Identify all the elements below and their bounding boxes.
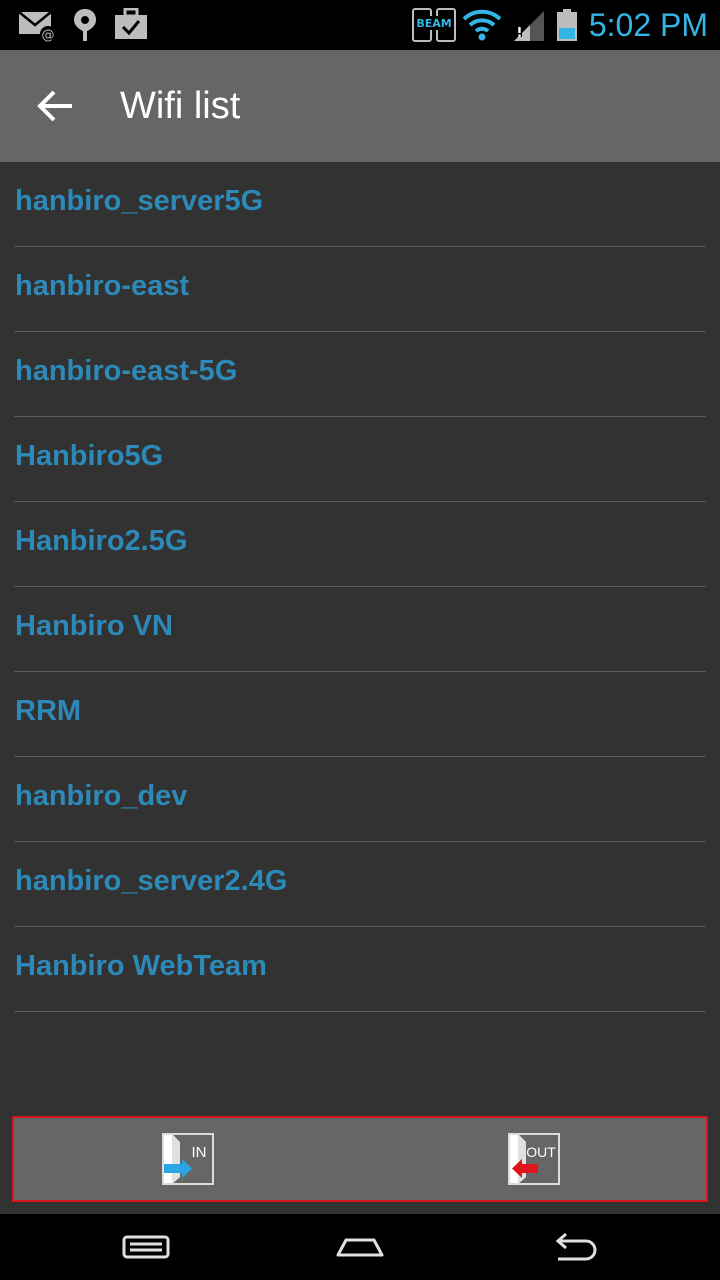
status-bar: @ BEAM 5:02 PM xyxy=(0,0,720,50)
recent-apps-icon xyxy=(122,1235,170,1259)
wifi-list-item[interactable]: Hanbiro VN xyxy=(14,587,706,672)
briefcase-icon xyxy=(114,7,148,45)
wifi-list-item[interactable]: hanbiro_dev xyxy=(14,757,706,842)
svg-text:OUT: OUT xyxy=(526,1144,556,1160)
wifi-list-item[interactable]: hanbiro_server5G xyxy=(14,162,706,247)
wifi-name: Hanbiro2.5G xyxy=(15,524,188,557)
back-arrow-icon xyxy=(37,90,72,122)
wifi-list-item[interactable]: RRM xyxy=(14,672,706,757)
signal-icon xyxy=(512,8,546,47)
wifi-name: hanbiro-east-5G xyxy=(15,354,238,387)
svg-text:IN: IN xyxy=(192,1144,207,1161)
back-nav-icon xyxy=(555,1232,597,1261)
home-button[interactable] xyxy=(330,1227,390,1267)
wifi-name: Hanbiro WebTeam xyxy=(15,949,267,982)
wifi-list-item[interactable]: hanbiro_server2.4G xyxy=(14,842,706,927)
check-out-button[interactable]: OUT xyxy=(508,1133,560,1185)
home-icon xyxy=(336,1238,384,1257)
wifi-list: hanbiro_server5G hanbiro-east hanbiro-ea… xyxy=(14,162,706,1012)
wifi-name: hanbiro_server5G xyxy=(15,184,264,217)
recent-apps-button[interactable] xyxy=(116,1227,176,1267)
page-title: Wifi list xyxy=(120,85,241,127)
wifi-list-item[interactable]: Hanbiro5G xyxy=(14,417,706,502)
battery-icon xyxy=(556,8,578,47)
screen: @ BEAM 5:02 PM Wifi list hanbiro_server5… xyxy=(0,0,720,1280)
beam-icon: BEAM xyxy=(412,8,456,47)
wifi-list-item[interactable]: Hanbiro WebTeam xyxy=(14,927,706,1012)
wifi-name: hanbiro_server2.4G xyxy=(15,864,288,897)
status-time: 5:02 PM xyxy=(588,7,708,43)
svg-text:BEAM: BEAM xyxy=(416,17,451,30)
back-button[interactable] xyxy=(28,78,84,134)
wifi-list-item[interactable]: hanbiro-east-5G xyxy=(14,332,706,417)
action-bar: Wifi list xyxy=(0,50,720,162)
wifi-list-item[interactable]: Hanbiro2.5G xyxy=(14,502,706,587)
back-nav-button[interactable] xyxy=(544,1227,604,1267)
email-icon: @ xyxy=(18,10,56,47)
check-in-out-bar: IN OUT xyxy=(12,1116,708,1202)
wifi-name: hanbiro-east xyxy=(15,269,190,302)
wifi-name: Hanbiro VN xyxy=(15,609,173,642)
check-out-icon: OUT xyxy=(508,1133,560,1185)
navigation-bar xyxy=(0,1214,720,1280)
check-in-icon: IN xyxy=(162,1133,214,1185)
wifi-name: hanbiro_dev xyxy=(15,779,188,812)
check-in-button[interactable]: IN xyxy=(162,1133,214,1185)
wifi-name: RRM xyxy=(15,694,82,727)
svg-text:@: @ xyxy=(42,28,55,42)
wifi-list-item[interactable]: hanbiro-east xyxy=(14,247,706,332)
wifi-icon xyxy=(462,8,502,47)
location-icon xyxy=(72,8,98,47)
wifi-name: Hanbiro5G xyxy=(15,439,164,472)
